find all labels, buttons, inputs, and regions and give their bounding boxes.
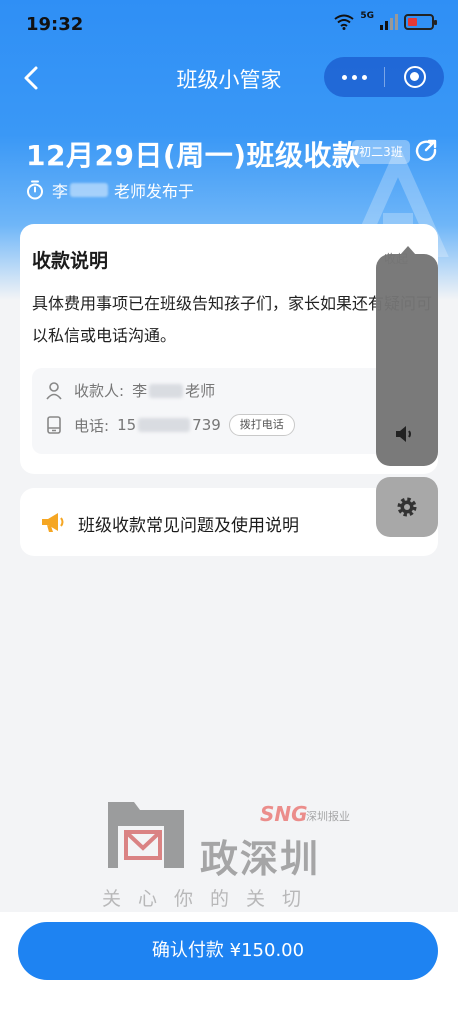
class-tag: 初二3班 (352, 140, 410, 164)
navigation-bar: 班级小管家 (0, 52, 458, 104)
timer-icon (27, 180, 43, 200)
more-dots-icon[interactable] (324, 57, 384, 97)
signal-icon (380, 14, 398, 30)
watermark: SNG 深圳报业 政深圳 关心你的关切 (96, 796, 366, 916)
status-icons: 5G (334, 11, 437, 30)
payee-box: 收款人: 李 老师 电话: 15 739 拨打电话 (32, 368, 428, 454)
payee-label: 收款人: (74, 382, 125, 400)
status-time: 19:32 (26, 14, 84, 35)
payment-description: 具体费用事项已在班级告知孩子们，家长如果还有疑问可以私信或电话沟通。 (32, 294, 433, 345)
mini-program-capsule (324, 57, 444, 97)
battery-icon (404, 14, 437, 30)
watermark-sng-sub: 深圳报业 (306, 810, 350, 823)
floating-volume-panel[interactable] (376, 246, 438, 466)
phone-icon (47, 416, 61, 434)
redacted-name (70, 183, 109, 197)
phone-suffix: 739 (192, 416, 221, 434)
wifi-icon (334, 14, 354, 30)
redacted-payee (149, 383, 184, 398)
watermark-logo-icon (108, 802, 184, 868)
card-heading: 收款说明 (32, 250, 109, 272)
call-button[interactable]: 拨打电话 (228, 414, 295, 436)
publisher-row: 李 老师发布于 (26, 178, 194, 202)
payee-row: 收款人: 李 老师 (46, 380, 215, 401)
phone-row: 电话: 15 739 拨打电话 (46, 414, 295, 436)
watermark-sng: SNG (260, 802, 308, 826)
target-icon (403, 66, 426, 88)
payee-suffix: 老师 (185, 382, 216, 400)
person-icon (46, 381, 62, 400)
payee-prefix: 李 (132, 382, 148, 400)
phone-label: 电话: (74, 416, 110, 435)
settings-button[interactable] (376, 477, 438, 537)
faq-label: 班级收款常见问题及使用说明 (78, 516, 299, 536)
share-icon[interactable] (414, 138, 438, 162)
redacted-phone (138, 418, 191, 432)
network-label: 5G (360, 11, 374, 21)
confirm-pay-button[interactable]: 确认付款 ¥150.00 (18, 922, 438, 980)
volume-icon[interactable] (394, 424, 416, 444)
watermark-brand: 政深圳 (200, 837, 321, 881)
status-bar: 19:32 5G (0, 0, 458, 52)
publisher-suffix: 老师发布于 (114, 182, 195, 201)
gear-icon (397, 497, 417, 517)
close-program-button[interactable] (385, 57, 444, 97)
page-title: 12月29日(周一)班级收款 (26, 139, 361, 172)
watermark-slogan: 关心你的关切 (102, 888, 319, 910)
bottom-action-bar: 确认付款 ¥150.00 (0, 912, 458, 1024)
publisher-prefix: 李 (52, 182, 69, 201)
megaphone-icon (42, 513, 64, 532)
phone-prefix: 15 (117, 416, 137, 434)
